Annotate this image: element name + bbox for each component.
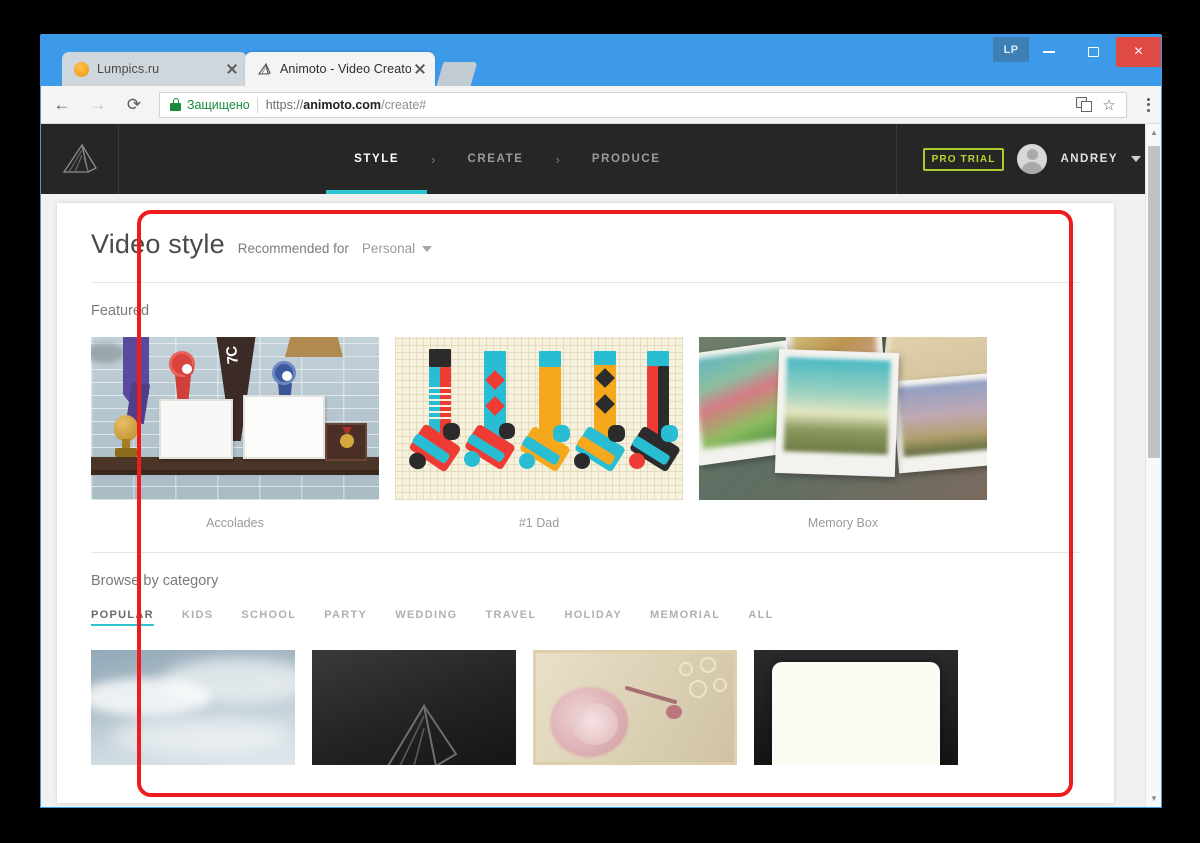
close-icon[interactable] [411, 60, 429, 78]
chevron-right-icon: › [431, 151, 436, 167]
category-tab-holiday[interactable]: HOLIDAY [564, 609, 622, 626]
category-tabs: POPULAR KIDS SCHOOL PARTY WEDDING TRAVEL… [91, 609, 1080, 650]
url-host: animoto.com [303, 97, 382, 112]
audience-value: Personal [361, 241, 416, 256]
pro-trial-badge[interactable]: PRO TRIAL [922, 147, 1005, 171]
nav-step-create[interactable]: CREATE [439, 124, 551, 194]
page-content-area: Video style Recommended for Personal Fea… [41, 194, 1161, 807]
lock-icon [169, 98, 182, 111]
tab-title: Animoto - Video Creator [280, 62, 411, 76]
translate-icon[interactable] [1074, 94, 1096, 116]
page-title: Video style [91, 229, 225, 259]
grid-template-rose[interactable] [533, 650, 737, 765]
nav-step-style[interactable]: STYLE [326, 124, 428, 194]
template-thumbnail[interactable] [395, 337, 683, 500]
close-icon[interactable] [223, 60, 241, 78]
audience-dropdown[interactable]: Personal [361, 241, 433, 256]
omnibox-divider [256, 96, 258, 113]
forward-button[interactable]: → [83, 90, 113, 120]
kebab-menu-icon[interactable] [1135, 90, 1161, 120]
browse-by-category-heading: Browse by category [91, 573, 219, 589]
template-caption: Memory Box [807, 516, 879, 530]
browser-window: Lumpics.ru Animoto - Video Creator LP × … [40, 34, 1162, 808]
template-card-memory-box[interactable]: Memory Box [699, 337, 987, 552]
animoto-fan-logo[interactable] [41, 124, 119, 194]
chevron-down-icon[interactable] [1131, 156, 1141, 162]
animoto-header: STYLE › CREATE › PRODUCE PRO TRIAL ANDRE… [41, 124, 1161, 194]
minimize-button[interactable] [1026, 37, 1071, 67]
template-card-accolades[interactable]: 7C Accolades [91, 337, 379, 552]
page-heading-row: Video style Recommended for Personal [91, 229, 1080, 282]
category-templates-grid [91, 650, 1080, 765]
desktop-background: Lumpics.ru Animoto - Video Creator LP × … [0, 0, 1200, 843]
url-scheme: https:// [265, 97, 304, 112]
animoto-logo-icon [257, 62, 272, 77]
category-tab-travel[interactable]: TRAVEL [485, 609, 536, 626]
category-tab-school[interactable]: SCHOOL [241, 609, 296, 626]
category-tab-wedding[interactable]: WEDDING [395, 609, 457, 626]
nav-step-produce[interactable]: PRODUCE [564, 124, 689, 194]
browser-tab-strip: Lumpics.ru Animoto - Video Creator LP × [40, 34, 1162, 86]
account-area: PRO TRIAL ANDREY [895, 124, 1161, 194]
scrollbar-thumb[interactable] [1148, 146, 1160, 458]
featured-templates-row: 7C Accolades #1 Dad Memory Box [91, 337, 1080, 552]
scroll-up-icon[interactable]: ▲ [1146, 124, 1161, 141]
back-button[interactable]: ← [47, 90, 77, 120]
browser-toolbar: ← → ⟳ Защищено https:// animoto.com /cre… [41, 86, 1161, 124]
url-path: /create# [381, 97, 427, 112]
browser-tab-animoto[interactable]: Animoto - Video Creator [245, 52, 435, 86]
page-scrollbar[interactable]: ▲ ▼ [1145, 124, 1161, 807]
template-card-1-dad[interactable]: #1 Dad [395, 337, 683, 552]
bookmark-star-icon[interactable]: ☆ [1098, 94, 1120, 116]
grid-template-clouds[interactable] [91, 650, 295, 765]
chevron-down-icon [422, 245, 433, 252]
grid-template-dark-logo[interactable] [312, 650, 516, 765]
video-style-card: Video style Recommended for Personal Fea… [57, 203, 1114, 803]
template-thumbnail[interactable]: 7C [91, 337, 379, 500]
grid-template-paper[interactable] [754, 650, 958, 765]
category-tab-popular[interactable]: POPULAR [91, 609, 154, 626]
new-tab-button[interactable] [436, 62, 478, 86]
workflow-steps: STYLE › CREATE › PRODUCE [119, 124, 896, 194]
browser-profile-chip[interactable]: LP [993, 37, 1029, 62]
template-caption: #1 Dad [518, 516, 560, 530]
scroll-down-icon[interactable]: ▼ [1146, 790, 1161, 807]
security-label: Защищено [187, 97, 250, 112]
reload-button[interactable]: ⟳ [119, 90, 149, 120]
orange-dot-icon [74, 61, 89, 77]
featured-heading: Featured [91, 303, 150, 319]
maximize-button[interactable] [1071, 37, 1116, 67]
chevron-right-icon: › [555, 151, 560, 167]
close-window-button[interactable]: × [1116, 37, 1161, 67]
category-tab-kids[interactable]: KIDS [182, 609, 213, 626]
template-caption: Accolades [206, 516, 264, 530]
username-label[interactable]: ANDREY [1060, 153, 1118, 165]
category-tab-party[interactable]: PARTY [324, 609, 367, 626]
category-tab-memorial[interactable]: MEMORIAL [650, 609, 720, 626]
browser-tab-lumpics[interactable]: Lumpics.ru [62, 52, 247, 86]
recommended-for-label: Recommended for [237, 241, 349, 256]
tab-title: Lumpics.ru [97, 62, 160, 76]
address-bar[interactable]: Защищено https:// animoto.com /create# ☆ [159, 91, 1127, 118]
category-tab-all[interactable]: ALL [748, 609, 773, 626]
avatar[interactable] [1017, 144, 1048, 174]
template-thumbnail[interactable] [699, 337, 987, 500]
page-viewport: STYLE › CREATE › PRODUCE PRO TRIAL ANDRE… [41, 124, 1161, 807]
